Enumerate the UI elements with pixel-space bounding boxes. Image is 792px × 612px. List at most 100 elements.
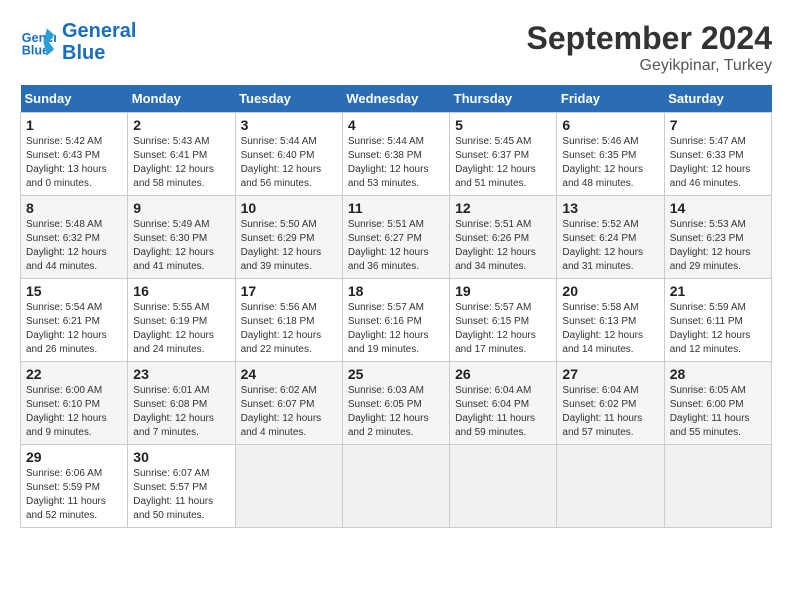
calendar-cell [342,445,449,528]
day-number: 9 [133,200,229,216]
calendar-cell: 28Sunrise: 6:05 AM Sunset: 6:00 PM Dayli… [664,362,771,445]
day-number: 2 [133,117,229,133]
logo: General Blue General Blue [20,20,136,64]
day-info: Sunrise: 5:45 AM Sunset: 6:37 PM Dayligh… [455,135,551,191]
day-number: 3 [241,117,337,133]
calendar-cell [557,445,664,528]
calendar-cell: 23Sunrise: 6:01 AM Sunset: 6:08 PM Dayli… [128,362,235,445]
calendar-cell: 14 Sunrise: 5:53 AM Sunset: 6:23 PM Dayli… [664,196,771,279]
day-info: Sunrise: 5:52 AM Sunset: 6:24 PM Dayligh… [562,218,658,274]
header-sunday: Sunday [21,85,128,113]
day-number: 8 [26,200,122,216]
day-number: 28 [670,366,766,382]
calendar-cell: 5 Sunrise: 5:45 AM Sunset: 6:37 PM Daylig… [450,113,557,196]
calendar-cell: 26 Sunrise: 6:04 AM Sunset: 6:04 PM Dayli… [450,362,557,445]
day-number: 10 [241,200,337,216]
calendar-cell: 4Sunrise: 5:44 AM Sunset: 6:38 PM Daylig… [342,113,449,196]
day-number: 25 [348,366,444,382]
day-number: 22 [26,366,122,382]
calendar-week-row: 22 Sunrise: 6:00 AM Sunset: 6:10 PM Dayli… [21,362,772,445]
day-header-row: Sunday Monday Tuesday Wednesday Thursday… [21,85,772,113]
location-title: Geyikpinar, Turkey [527,57,772,75]
calendar-cell: 29Sunrise: 6:06 AM Sunset: 5:59 PM Dayli… [21,445,128,528]
header-saturday: Saturday [664,85,771,113]
day-info: Sunrise: 5:49 AM Sunset: 6:30 PM Dayligh… [133,218,229,274]
calendar-cell: 11 Sunrise: 5:51 AM Sunset: 6:27 PM Dayli… [342,196,449,279]
day-info: Sunrise: 5:58 AM Sunset: 6:13 PM Dayligh… [562,301,658,357]
day-number: 30 [133,449,229,465]
logo-text: General Blue [62,20,136,64]
day-number: 1 [26,117,122,133]
header-tuesday: Tuesday [235,85,342,113]
day-info: Sunrise: 5:54 AM Sunset: 6:21 PM Dayligh… [26,301,122,357]
day-info: Sunrise: 5:57 AM Sunset: 6:15 PM Dayligh… [455,301,551,357]
calendar-cell: 19 Sunrise: 5:57 AM Sunset: 6:15 PM Dayli… [450,279,557,362]
day-info: Sunrise: 5:57 AM Sunset: 6:16 PM Dayligh… [348,301,444,357]
day-number: 5 [455,117,551,133]
calendar-cell: 30 Sunrise: 6:07 AM Sunset: 5:57 PM Dayli… [128,445,235,528]
day-info: Sunrise: 5:42 AM Sunset: 6:43 PM Dayligh… [26,135,122,191]
day-number: 11 [348,200,444,216]
day-number: 12 [455,200,551,216]
header-thursday: Thursday [450,85,557,113]
calendar-week-row: 8 Sunrise: 5:48 AM Sunset: 6:32 PM Daylig… [21,196,772,279]
calendar-cell: 9 Sunrise: 5:49 AM Sunset: 6:30 PM Daylig… [128,196,235,279]
calendar-cell: 22 Sunrise: 6:00 AM Sunset: 6:10 PM Dayli… [21,362,128,445]
day-info: Sunrise: 5:53 AM Sunset: 6:23 PM Dayligh… [670,218,766,274]
day-info: Sunrise: 5:51 AM Sunset: 6:27 PM Dayligh… [348,218,444,274]
calendar-cell: 12 Sunrise: 5:51 AM Sunset: 6:26 PM Dayli… [450,196,557,279]
day-number: 18 [348,283,444,299]
day-info: Sunrise: 5:47 AM Sunset: 6:33 PM Dayligh… [670,135,766,191]
day-info: Sunrise: 5:44 AM Sunset: 6:40 PM Dayligh… [241,135,337,191]
day-info: Sunrise: 5:51 AM Sunset: 6:26 PM Dayligh… [455,218,551,274]
day-number: 19 [455,283,551,299]
calendar-cell: 16 Sunrise: 5:55 AM Sunset: 6:19 PM Dayli… [128,279,235,362]
calendar-cell: 2 Sunrise: 5:43 AM Sunset: 6:41 PM Daylig… [128,113,235,196]
day-info: Sunrise: 5:44 AM Sunset: 6:38 PM Dayligh… [348,135,444,191]
day-info: Sunrise: 5:59 AM Sunset: 6:11 PM Dayligh… [670,301,766,357]
day-number: 14 [670,200,766,216]
calendar-cell: 25 Sunrise: 6:03 AM Sunset: 6:05 PM Dayli… [342,362,449,445]
calendar-cell: 18 Sunrise: 5:57 AM Sunset: 6:16 PM Dayli… [342,279,449,362]
header-friday: Friday [557,85,664,113]
calendar-cell: 7 Sunrise: 5:47 AM Sunset: 6:33 PM Daylig… [664,113,771,196]
day-number: 26 [455,366,551,382]
header-monday: Monday [128,85,235,113]
day-info: Sunrise: 5:55 AM Sunset: 6:19 PM Dayligh… [133,301,229,357]
calendar-cell: 15 Sunrise: 5:54 AM Sunset: 6:21 PM Dayli… [21,279,128,362]
day-number: 7 [670,117,766,133]
day-info: Sunrise: 6:04 AM Sunset: 6:04 PM Dayligh… [455,384,551,440]
calendar-table: Sunday Monday Tuesday Wednesday Thursday… [20,85,772,528]
day-info: Sunrise: 6:07 AM Sunset: 5:57 PM Dayligh… [133,467,229,523]
day-info: Sunrise: 5:48 AM Sunset: 6:32 PM Dayligh… [26,218,122,274]
calendar-cell [235,445,342,528]
day-number: 13 [562,200,658,216]
calendar-week-row: 1 Sunrise: 5:42 AM Sunset: 6:43 PM Daylig… [21,113,772,196]
day-info: Sunrise: 6:03 AM Sunset: 6:05 PM Dayligh… [348,384,444,440]
day-info: Sunrise: 5:46 AM Sunset: 6:35 PM Dayligh… [562,135,658,191]
day-info: Sunrise: 6:01 AM Sunset: 6:08 PM Dayligh… [133,384,229,440]
day-number: 6 [562,117,658,133]
calendar-cell: 13 Sunrise: 5:52 AM Sunset: 6:24 PM Dayli… [557,196,664,279]
day-number: 16 [133,283,229,299]
day-info: Sunrise: 6:00 AM Sunset: 6:10 PM Dayligh… [26,384,122,440]
day-number: 15 [26,283,122,299]
day-info: Sunrise: 6:02 AM Sunset: 6:07 PM Dayligh… [241,384,337,440]
day-info: Sunrise: 5:43 AM Sunset: 6:41 PM Dayligh… [133,135,229,191]
logo-line2: Blue [62,42,105,64]
calendar-cell: 10Sunrise: 5:50 AM Sunset: 6:29 PM Dayli… [235,196,342,279]
title-area: September 2024 Geyikpinar, Turkey [527,20,772,75]
calendar-week-row: 15 Sunrise: 5:54 AM Sunset: 6:21 PM Dayli… [21,279,772,362]
day-info: Sunrise: 5:56 AM Sunset: 6:18 PM Dayligh… [241,301,337,357]
day-info: Sunrise: 6:04 AM Sunset: 6:02 PM Dayligh… [562,384,658,440]
calendar-cell: 8 Sunrise: 5:48 AM Sunset: 6:32 PM Daylig… [21,196,128,279]
calendar-cell: 24Sunrise: 6:02 AM Sunset: 6:07 PM Dayli… [235,362,342,445]
day-info: Sunrise: 6:06 AM Sunset: 5:59 PM Dayligh… [26,467,122,523]
day-number: 20 [562,283,658,299]
calendar-cell: 3 Sunrise: 5:44 AM Sunset: 6:40 PM Daylig… [235,113,342,196]
logo-icon: General Blue [20,24,56,60]
month-title: September 2024 [527,20,772,57]
calendar-week-row: 29Sunrise: 6:06 AM Sunset: 5:59 PM Dayli… [21,445,772,528]
day-number: 17 [241,283,337,299]
calendar-cell: 20 Sunrise: 5:58 AM Sunset: 6:13 PM Dayli… [557,279,664,362]
